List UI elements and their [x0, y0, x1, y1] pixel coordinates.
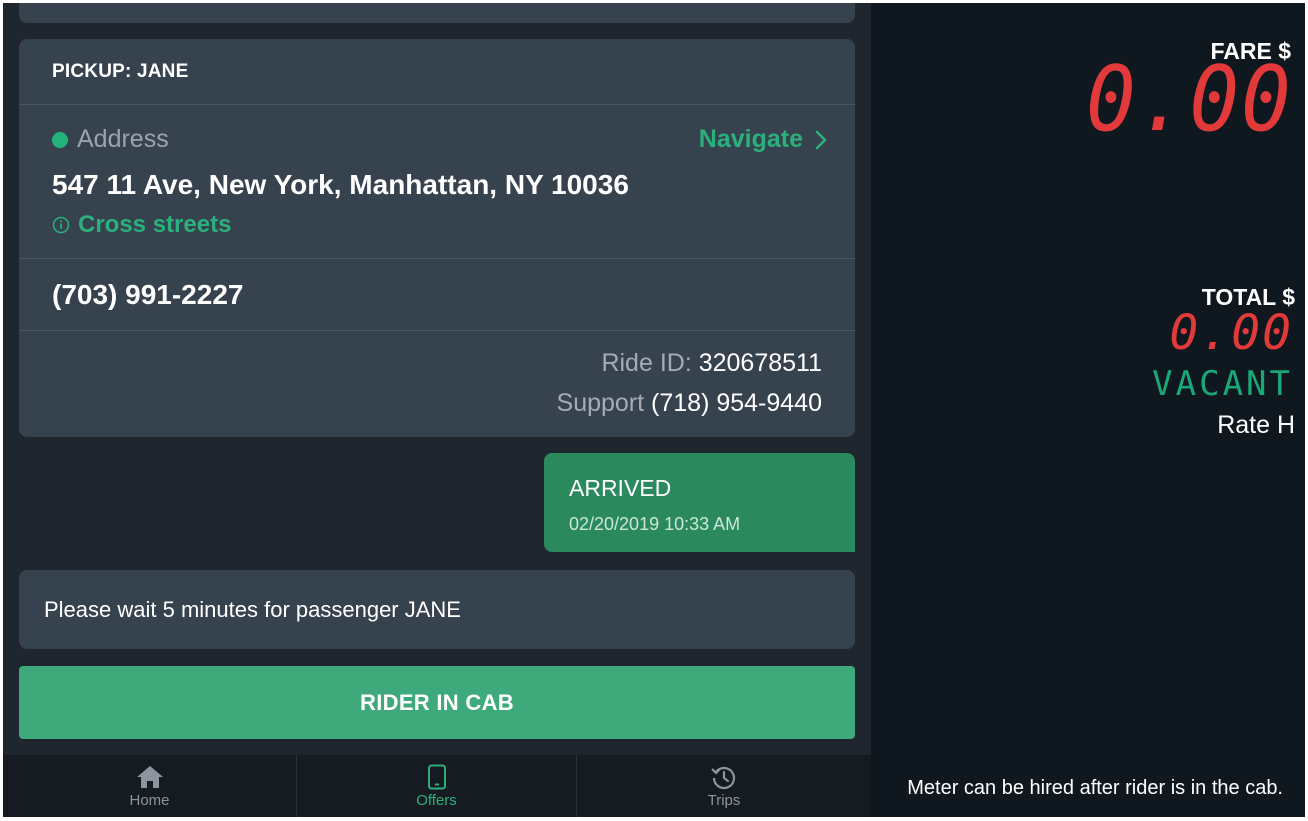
support-label: Support — [556, 389, 645, 417]
pickup-header: PICKUP: JANE — [19, 39, 855, 105]
address-label-row: Address — [52, 125, 169, 154]
history-icon — [710, 764, 738, 790]
nav-item-home[interactable]: Home — [3, 755, 297, 817]
ride-id-label: Ride ID: — [601, 349, 692, 377]
home-icon — [135, 764, 165, 790]
fare-value: 0.00 — [1086, 47, 1293, 152]
meter-rate: Rate H — [1217, 411, 1295, 439]
meter-note: Meter can be hired after rider is in the… — [907, 777, 1283, 799]
nav-label-home: Home — [129, 791, 170, 809]
address-section: Address Navigate 547 11 Ave, New York, M… — [19, 105, 855, 259]
nav-label-offers: Offers — [416, 791, 457, 809]
arrived-status-bubble: ARRIVED 02/20/2019 10:33 AM — [544, 453, 855, 552]
cross-streets-label: Cross streets — [78, 211, 232, 238]
ride-id-value: 320678511 — [698, 349, 822, 377]
app-frame: PICKUP: JANE Address Navigate 547 11 Ave… — [3, 3, 1305, 817]
wait-message-card: Please wait 5 minutes for passenger JANE — [19, 570, 855, 649]
info-icon — [52, 216, 70, 234]
nav-item-trips[interactable]: Trips — [577, 755, 871, 817]
nav-item-offers[interactable]: Offers — [297, 755, 577, 817]
ids-section: Ride ID: 320678511 Support (718) 954-944… — [19, 331, 855, 436]
rider-phone[interactable]: (703) 991-2227 — [52, 279, 243, 311]
meter-panel: FARE $ 0.00 TOTAL $ 0.00 VACANT Rate H M… — [871, 3, 1305, 817]
meter-status: VACANT — [1152, 364, 1293, 404]
arrived-title: ARRIVED — [569, 475, 672, 501]
nav-label-trips: Trips — [707, 791, 741, 809]
rider-in-cab-label: RIDER IN CAB — [360, 689, 514, 715]
support-row: Support (718) 954-9440 — [557, 389, 822, 418]
bottom-nav: Home Offers Trips — [3, 755, 871, 817]
ride-id-row: Ride ID: 320678511 — [601, 349, 822, 378]
navigate-label: Navigate — [698, 125, 803, 153]
phone-section: (703) 991-2227 — [19, 259, 855, 331]
chevron-right-icon — [815, 130, 827, 150]
phone-icon — [427, 764, 447, 790]
address-label: Address — [77, 125, 169, 153]
total-value: 0.00 — [1169, 305, 1293, 361]
rider-in-cab-button[interactable]: RIDER IN CAB — [19, 666, 855, 739]
trip-panel: PICKUP: JANE Address Navigate 547 11 Ave… — [3, 3, 871, 817]
arrived-timestamp: 02/20/2019 10:33 AM — [569, 514, 741, 534]
wait-message: Please wait 5 minutes for passenger JANE — [44, 596, 461, 622]
support-phone[interactable]: (718) 954-9440 — [651, 389, 822, 417]
previous-card — [19, 3, 855, 23]
cross-streets-link[interactable]: Cross streets — [52, 211, 231, 239]
pickup-card: PICKUP: JANE Address Navigate 547 11 Ave… — [19, 39, 855, 437]
pickup-address: 547 11 Ave, New York, Manhattan, NY 1003… — [52, 169, 629, 200]
status-dot-icon — [52, 131, 68, 148]
navigate-link[interactable]: Navigate — [699, 125, 827, 154]
pickup-title: PICKUP: JANE — [52, 60, 189, 82]
